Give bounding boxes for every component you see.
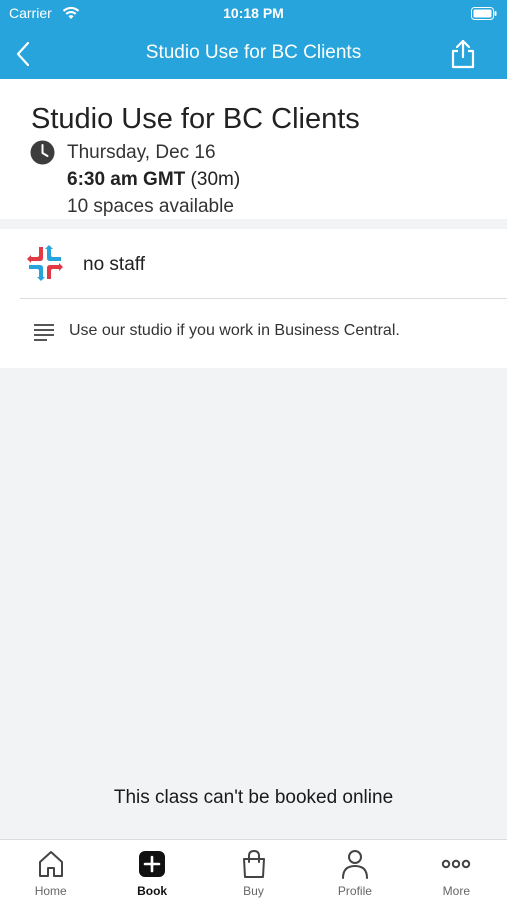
status-bar: Carrier 10:18 PM [0,0,507,28]
ellipsis-icon [441,849,471,879]
class-duration: (30m) [190,169,241,190]
battery-icon [471,7,497,25]
tab-more[interactable]: More [406,840,507,900]
plus-square-icon [137,849,167,879]
tab-profile-label: Profile [337,884,372,898]
tab-home-label: Home [34,884,67,898]
tab-profile[interactable]: Profile [304,840,405,900]
class-start-time: 6:30 am GMT [67,169,186,190]
spaces-available: 10 spaces available [67,196,234,217]
class-header: Studio Use for BC Clients Thursday, Dec … [0,79,507,219]
shopping-bag-icon [239,849,269,879]
clock-icon [30,140,55,170]
tab-book-label: Book [137,884,168,898]
clock-time: 10:18 PM [223,5,284,21]
staff-row[interactable]: no staff [0,229,507,298]
divider [20,298,507,299]
class-details: no staff Use our studio if you work in B… [0,229,507,368]
nav-title: Studio Use for BC Clients [145,42,362,63]
description-lines-icon [34,323,54,341]
tab-buy-label: Buy [243,884,264,898]
class-date: Thursday, Dec 16 [67,142,216,163]
staff-name: no staff [83,254,145,275]
class-title: Studio Use for BC Clients [31,103,360,135]
class-description: Use our studio if you work in Business C… [69,322,400,339]
tab-buy[interactable]: Buy [203,840,304,900]
share-icon[interactable] [447,38,479,69]
class-time: 6:30 am GMT (30m) [67,169,240,191]
tab-bar: Home Book Buy Profile More [0,839,507,900]
tab-more-label: More [442,884,470,898]
nav-bar: Studio Use for BC Clients [0,28,507,79]
staff-logo-icon [25,243,65,283]
booking-status-message: This class can't be booked online [113,787,394,808]
home-icon [36,849,66,879]
tab-home[interactable]: Home [0,840,101,900]
chevron-left-icon[interactable] [12,40,36,68]
person-icon [340,849,370,879]
tab-book[interactable]: Book [101,840,202,900]
